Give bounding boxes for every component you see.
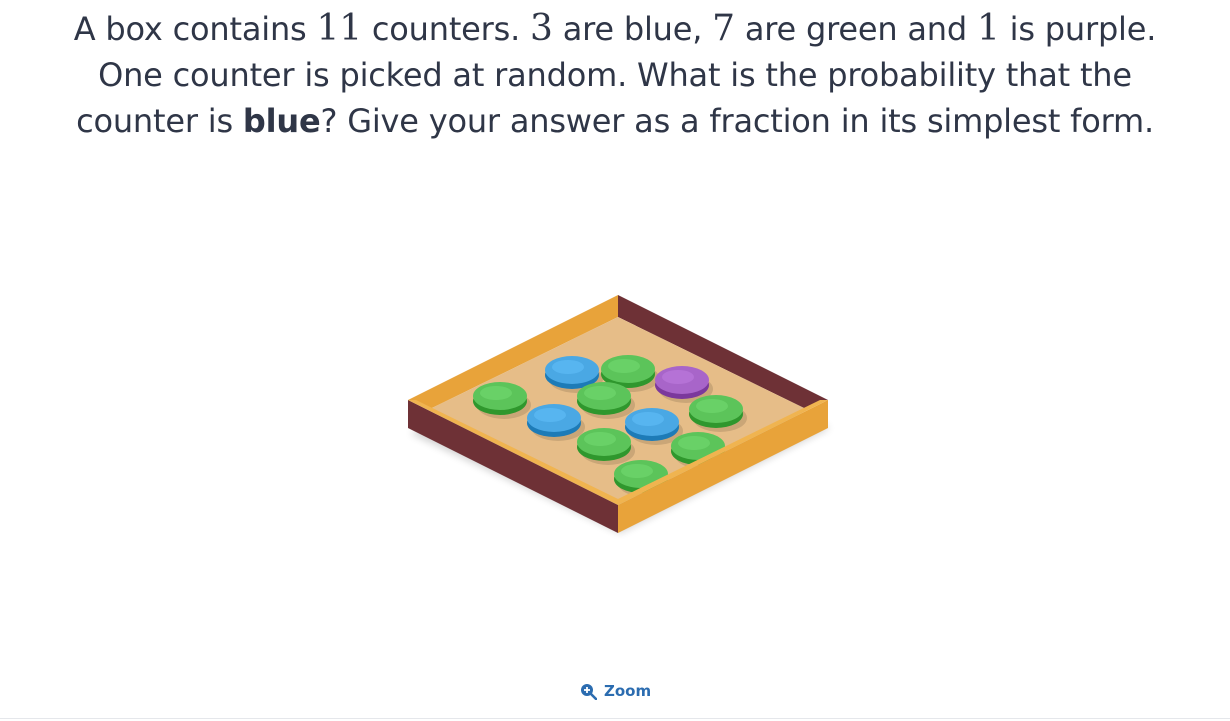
bottom-divider [0, 718, 1230, 719]
zoom-label[interactable]: Zoom [604, 682, 651, 700]
emphasis-blue: blue [242, 102, 321, 140]
question-line-3: counter is blue? Give your answer as a f… [76, 102, 1154, 140]
counter-box-figure [408, 295, 830, 533]
zoom-in-icon [581, 683, 597, 700]
zoom-button[interactable]: Zoom [580, 680, 651, 702]
question-text: A box contains 11 counters. 3 are blue, … [0, 6, 1230, 144]
question-line-1: A box contains 11 counters. 3 are blue, … [73, 8, 1157, 49]
question-line-2: One counter is picked at random. What is… [98, 56, 1132, 94]
